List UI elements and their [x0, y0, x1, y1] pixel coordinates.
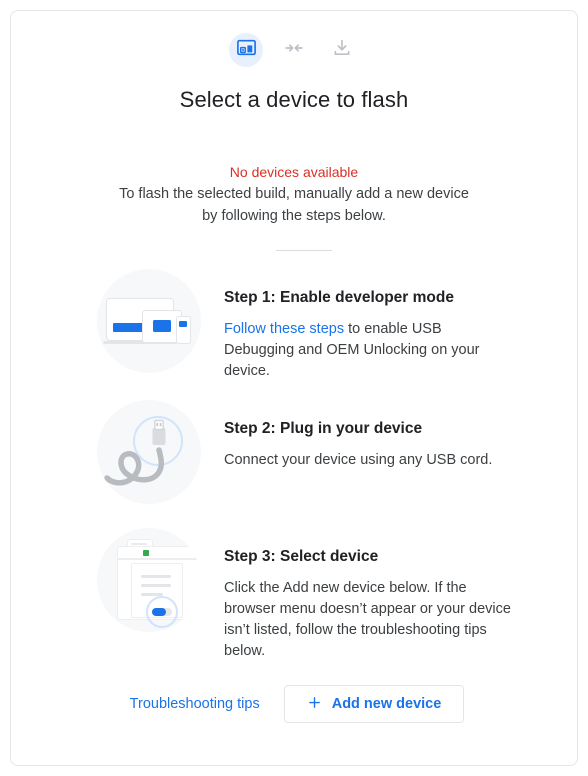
text-line [141, 575, 171, 578]
step-description: Click the Add new device below. If the b… [224, 580, 511, 659]
add-new-device-label: Add new device [331, 696, 442, 712]
tablet-accent-bar [153, 320, 171, 332]
step-heading: Step 1: Enable developer mode [224, 289, 454, 306]
connect-arrows-icon [284, 38, 304, 63]
devices-illustration [97, 269, 201, 373]
section-divider [276, 250, 332, 251]
add-new-device-button[interactable]: Add new device [283, 685, 465, 723]
browser-indicator-dot [143, 550, 149, 556]
phone-shape [176, 316, 191, 344]
no-devices-status: No devices available [229, 164, 359, 180]
flash-stepper [11, 33, 577, 67]
download-icon [332, 38, 352, 63]
troubleshooting-tips-button[interactable]: Troubleshooting tips [124, 688, 266, 720]
steps-list: Step 1: Enable developer mode Follow the… [11, 269, 577, 662]
browser-window-illustration [97, 528, 201, 632]
text-line [141, 584, 171, 587]
step-heading: Step 3: Select device [224, 548, 379, 565]
stepper-step-connect[interactable] [277, 33, 311, 67]
stepper-step-select-device[interactable] [229, 33, 263, 67]
step-item-plug-in-device: Step 2: Plug in your device Connect your… [11, 400, 577, 510]
browser-toolbar-line [118, 558, 201, 560]
phone-accent-bar [179, 321, 187, 327]
status-help-text: To flash the selected build, manually ad… [119, 186, 469, 224]
step-content: Step 3: Select device Click the Add new … [201, 528, 535, 662]
page-title: Select a device to flash [179, 87, 409, 112]
step-item-developer-mode: Step 1: Enable developer mode Follow the… [11, 269, 577, 382]
usb-cable-illustration [97, 400, 201, 504]
screen-root: Select a device to flash No devices avai… [0, 0, 588, 776]
device-row-selected [152, 608, 166, 616]
step-description: Connect your device using any USB cord. [224, 452, 493, 468]
browser-tab-line [131, 543, 147, 545]
device-icon [236, 37, 257, 63]
step-content: Step 2: Plug in your device Connect your… [201, 400, 535, 471]
step-description: Follow these steps to enable USB Debuggi… [224, 319, 514, 382]
step-content: Step 1: Enable developer mode Follow the… [201, 269, 535, 382]
stepper-step-flash[interactable] [325, 33, 359, 67]
select-device-dialog: Select a device to flash No devices avai… [10, 10, 578, 766]
step-heading: Step 2: Plug in your device [224, 420, 423, 437]
plus-icon [307, 695, 322, 714]
step-item-select-device: Step 3: Select device Click the Add new … [11, 528, 577, 662]
follow-these-steps-link[interactable]: Follow these steps [224, 321, 344, 337]
dialog-actions: Troubleshooting tips Add new device [11, 685, 577, 723]
